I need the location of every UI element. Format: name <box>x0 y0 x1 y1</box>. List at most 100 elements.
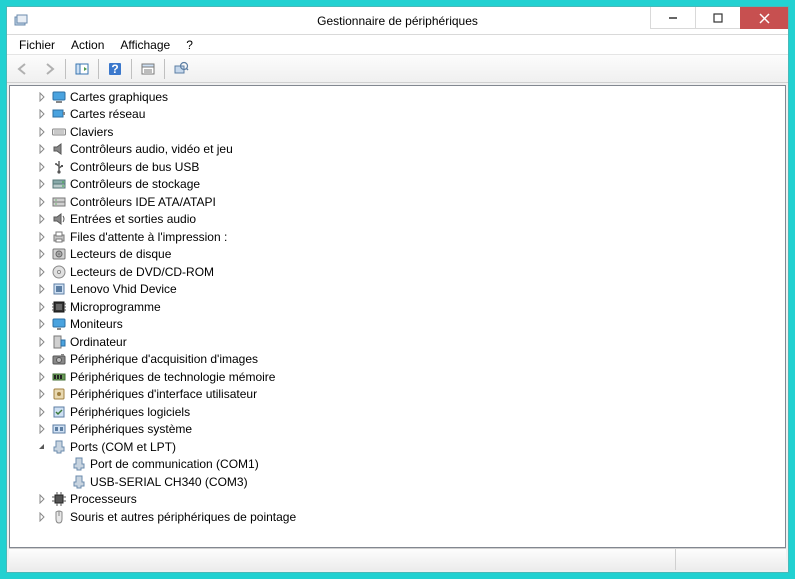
minimize-button[interactable] <box>650 7 695 29</box>
tree-item[interactable]: Périphériques d'interface utilisateur <box>18 386 785 404</box>
toolbar-separator <box>164 59 165 79</box>
tree-item[interactable]: Périphériques système <box>18 421 785 439</box>
expand-icon[interactable] <box>34 421 50 437</box>
tree-item[interactable]: Claviers <box>18 123 785 141</box>
expand-icon[interactable] <box>34 159 50 175</box>
expand-icon[interactable] <box>34 491 50 507</box>
tree-item-label: Files d'attente à l'impression : <box>70 229 227 245</box>
memory-tech-icon <box>51 369 67 385</box>
expand-icon[interactable] <box>34 229 50 245</box>
collapse-icon[interactable] <box>34 439 50 455</box>
tree-item[interactable]: Contrôleurs audio, vidéo et jeu <box>18 141 785 159</box>
tree-item[interactable]: Cartes graphiques <box>18 88 785 106</box>
toolbar-separator <box>65 59 66 79</box>
tree-item[interactable]: Périphérique d'acquisition d'images <box>18 351 785 369</box>
properties-button[interactable] <box>136 57 160 81</box>
expand-icon[interactable] <box>34 141 50 157</box>
tree-item[interactable]: Contrôleurs de stockage <box>18 176 785 194</box>
tree-item-label: Processeurs <box>70 491 137 507</box>
tree-item[interactable]: Périphériques de technologie mémoire <box>18 368 785 386</box>
expand-icon[interactable] <box>34 106 50 122</box>
expand-icon[interactable] <box>34 334 50 350</box>
device-tree[interactable]: Cartes graphiquesCartes réseauClaviersCo… <box>10 86 785 528</box>
tree-item-label: Contrôleurs IDE ATA/ATAPI <box>70 194 216 210</box>
print-queue-icon <box>51 229 67 245</box>
tree-item[interactable]: Processeurs <box>18 491 785 509</box>
tree-item[interactable]: Files d'attente à l'impression : <box>18 228 785 246</box>
tree-item[interactable]: Contrôleurs de bus USB <box>18 158 785 176</box>
toolbar: ? <box>7 55 788 83</box>
device-manager-window: Gestionnaire de périphériques Fichier Ac… <box>6 6 789 573</box>
tree-item[interactable]: USB-SERIAL CH340 (COM3) <box>18 473 785 491</box>
tree-item[interactable]: Périphériques logiciels <box>18 403 785 421</box>
expand-icon[interactable] <box>34 369 50 385</box>
tree-item-label: Claviers <box>70 124 113 140</box>
tree-item-label: Ports (COM et LPT) <box>70 439 176 455</box>
tree-item-label: Contrôleurs de bus USB <box>70 159 199 175</box>
tree-item-label: Contrôleurs audio, vidéo et jeu <box>70 141 233 157</box>
expand-icon[interactable] <box>34 246 50 262</box>
expand-icon[interactable] <box>34 351 50 367</box>
tree-item[interactable]: Microprogramme <box>18 298 785 316</box>
help-button[interactable]: ? <box>103 57 127 81</box>
ide-controller-icon <box>51 194 67 210</box>
menu-action[interactable]: Action <box>63 36 112 54</box>
tree-item-label: Périphériques de technologie mémoire <box>70 369 275 385</box>
tree-item[interactable]: Moniteurs <box>18 316 785 334</box>
expand-icon[interactable] <box>34 124 50 140</box>
back-button <box>11 57 35 81</box>
tree-item-label: Port de communication (COM1) <box>90 456 259 472</box>
tree-item[interactable]: Souris et autres périphériques de pointa… <box>18 508 785 526</box>
status-cell <box>9 549 676 570</box>
expand-icon[interactable] <box>34 404 50 420</box>
tree-item-label: Lecteurs de DVD/CD-ROM <box>70 264 214 280</box>
show-hide-tree-button[interactable] <box>70 57 94 81</box>
scan-hardware-button[interactable] <box>169 57 193 81</box>
hid-device-icon <box>51 386 67 402</box>
forward-button <box>37 57 61 81</box>
tree-item-label: Cartes graphiques <box>70 89 168 105</box>
port-icon <box>51 439 67 455</box>
toolbar-separator <box>98 59 99 79</box>
expander-spacer <box>54 456 70 472</box>
close-button[interactable] <box>740 7 788 29</box>
tree-item[interactable]: Cartes réseau <box>18 106 785 124</box>
imaging-device-icon <box>51 351 67 367</box>
tree-item[interactable]: Ordinateur <box>18 333 785 351</box>
usb-controller-icon <box>51 159 67 175</box>
expand-icon[interactable] <box>34 281 50 297</box>
tree-item-label: Contrôleurs de stockage <box>70 176 200 192</box>
mouse-icon <box>51 509 67 525</box>
tree-item-label: Souris et autres périphériques de pointa… <box>70 509 296 525</box>
expand-icon[interactable] <box>34 264 50 280</box>
tree-item[interactable]: Lecteurs de disque <box>18 246 785 264</box>
menu-file[interactable]: Fichier <box>11 36 63 54</box>
port-icon <box>71 456 87 472</box>
expand-icon[interactable] <box>34 509 50 525</box>
expand-icon[interactable] <box>34 176 50 192</box>
network-adapter-icon <box>51 106 67 122</box>
tree-item[interactable]: Ports (COM et LPT) <box>18 438 785 456</box>
tree-item-label: Lenovo Vhid Device <box>70 281 177 297</box>
tree-item-label: USB-SERIAL CH340 (COM3) <box>90 474 248 490</box>
menu-help[interactable]: ? <box>178 36 201 54</box>
tree-item[interactable]: Lecteurs de DVD/CD-ROM <box>18 263 785 281</box>
maximize-button[interactable] <box>695 7 740 29</box>
expand-icon[interactable] <box>34 89 50 105</box>
expand-icon[interactable] <box>34 299 50 315</box>
tree-item-label: Ordinateur <box>70 334 127 350</box>
tree-scroll[interactable]: Cartes graphiquesCartes réseauClaviersCo… <box>10 86 785 547</box>
expand-icon[interactable] <box>34 316 50 332</box>
tree-item[interactable]: Lenovo Vhid Device <box>18 281 785 299</box>
menu-view[interactable]: Affichage <box>112 36 178 54</box>
titlebar[interactable]: Gestionnaire de périphériques <box>7 7 788 35</box>
tree-item-label: Moniteurs <box>70 316 123 332</box>
expand-icon[interactable] <box>34 386 50 402</box>
tree-item[interactable]: Contrôleurs IDE ATA/ATAPI <box>18 193 785 211</box>
tree-item[interactable]: Entrées et sorties audio <box>18 211 785 229</box>
expand-icon[interactable] <box>34 211 50 227</box>
tree-item[interactable]: Port de communication (COM1) <box>18 456 785 474</box>
tree-item-label: Cartes réseau <box>70 106 145 122</box>
expand-icon[interactable] <box>34 194 50 210</box>
disk-drive-icon <box>51 246 67 262</box>
